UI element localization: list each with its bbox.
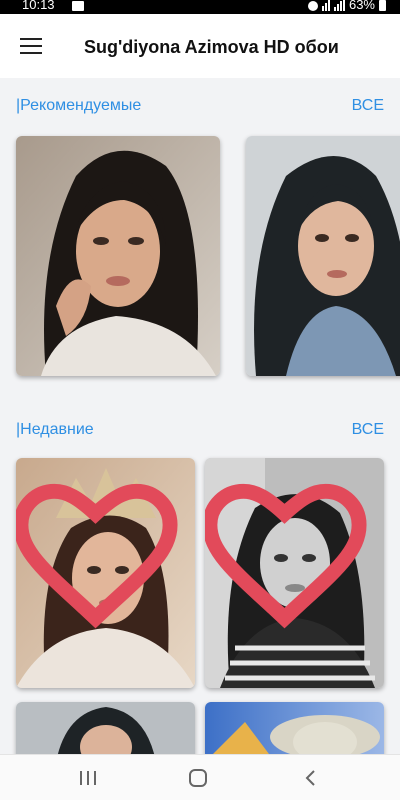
wallpaper-card[interactable]	[16, 458, 195, 688]
wallpaper-card[interactable]	[16, 702, 195, 762]
alarm-icon	[307, 0, 318, 11]
wallpaper-card[interactable]	[16, 136, 220, 376]
heart-outline-icon[interactable]	[205, 458, 374, 666]
app-title: Sug'diyona Azimova HD обои	[84, 37, 339, 57]
section-title-recommended: |Рекомендуемые	[16, 97, 142, 114]
system-nav-bar	[0, 754, 400, 800]
status-time: 10:13	[22, 0, 55, 12]
see-all-recent-button[interactable]: ВСЕ	[352, 421, 384, 439]
see-all-recommended-button[interactable]: ВСЕ	[352, 97, 384, 115]
wallpaper-card[interactable]	[205, 702, 384, 762]
wallpaper-image	[16, 702, 195, 762]
heart-outline-icon[interactable]	[16, 458, 185, 666]
battery-percent: 63%	[348, 0, 375, 12]
battery-icon	[379, 0, 386, 11]
signal-icon	[333, 0, 345, 11]
status-bar: 10:13 63%	[0, 0, 400, 14]
back-icon[interactable]	[298, 767, 322, 789]
recents-icon[interactable]	[76, 767, 100, 789]
app-bar: Sug'diyona Azimova HD обои	[0, 14, 400, 78]
gallery-notification-icon	[72, 1, 84, 11]
status-indicators: 63%	[307, 0, 386, 12]
wallpaper-image	[205, 702, 384, 762]
wifi-icon	[321, 0, 330, 11]
wallpaper-card[interactable]	[246, 136, 400, 376]
wallpaper-image	[16, 136, 220, 376]
home-icon[interactable]	[186, 767, 210, 789]
section-title-recent: |Недавние	[16, 421, 94, 438]
recent-header: |Недавние ВСЕ	[0, 421, 400, 443]
menu-icon[interactable]	[20, 38, 42, 54]
recommended-header: |Рекомендуемые ВСЕ	[0, 97, 400, 119]
wallpaper-image	[246, 136, 400, 376]
wallpaper-card[interactable]	[205, 458, 384, 688]
